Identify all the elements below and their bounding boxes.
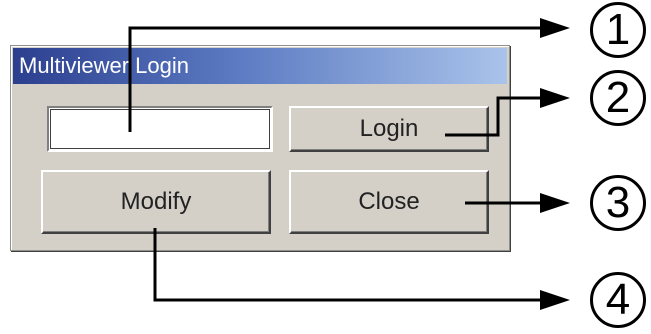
callout-number-1: 1 — [590, 2, 646, 58]
arrowhead-1 — [540, 18, 570, 38]
arrowhead-2 — [540, 88, 570, 108]
callout-line-2 — [445, 96, 540, 137]
arrowhead-4 — [540, 290, 570, 310]
callout-number-2: 2 — [590, 70, 646, 126]
callout-line-4 — [153, 228, 540, 302]
callout-number-3: 3 — [590, 175, 646, 231]
callout-line-1 — [128, 26, 540, 132]
callout-number-4: 4 — [590, 272, 646, 328]
callout-lines — [128, 18, 570, 310]
arrowhead-3 — [540, 193, 570, 213]
